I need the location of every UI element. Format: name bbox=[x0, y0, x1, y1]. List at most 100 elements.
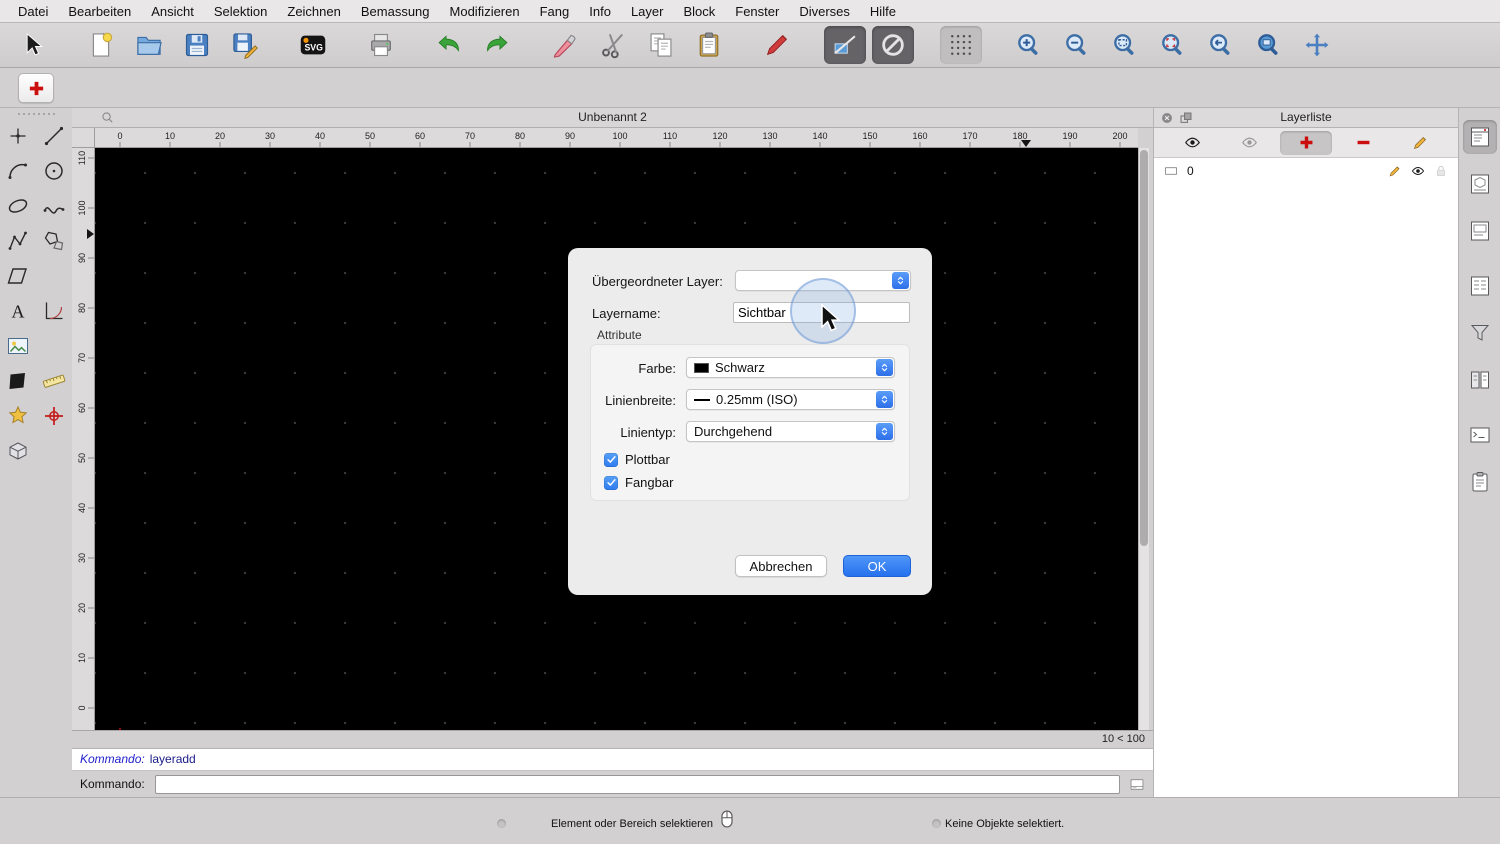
paste-button[interactable] bbox=[688, 26, 730, 64]
pencil-icon[interactable] bbox=[1388, 164, 1402, 178]
menu-fang[interactable]: Fang bbox=[530, 4, 580, 19]
ruler-tick: 50 bbox=[77, 453, 87, 464]
color-select[interactable]: Schwarz bbox=[686, 357, 895, 378]
command-line-panel-button[interactable] bbox=[1463, 418, 1497, 452]
polyline-tool-button[interactable] bbox=[2, 225, 34, 256]
menu-bearbeiten[interactable]: Bearbeiten bbox=[58, 4, 141, 19]
polygon-tool-button[interactable] bbox=[38, 225, 70, 256]
vertical-scrollbar[interactable] bbox=[1138, 148, 1149, 730]
restrict-off-button[interactable] bbox=[872, 26, 914, 64]
svg-text:A: A bbox=[12, 301, 25, 321]
dimension-tool-button[interactable] bbox=[38, 295, 70, 326]
selection-pointer-button[interactable] bbox=[12, 26, 54, 64]
add-layer-button[interactable] bbox=[1280, 130, 1332, 155]
property-editor-panel-button[interactable] bbox=[1463, 269, 1497, 303]
delete-button[interactable] bbox=[544, 26, 586, 64]
lineweight-select[interactable]: 0.25mm (ISO) bbox=[686, 389, 895, 410]
circle-tool-button[interactable] bbox=[38, 155, 70, 186]
eye-icon[interactable] bbox=[1411, 164, 1425, 178]
folder-open-icon bbox=[137, 36, 162, 55]
block-list-panel-button[interactable] bbox=[1463, 167, 1497, 201]
menu-zeichnen[interactable]: Zeichnen bbox=[277, 4, 350, 19]
line-tool-button[interactable] bbox=[38, 120, 70, 151]
undo-button[interactable] bbox=[428, 26, 470, 64]
cut-button[interactable] bbox=[592, 26, 634, 64]
menu-datei[interactable]: Datei bbox=[8, 4, 58, 19]
restrict-orthogonal-button[interactable] bbox=[824, 26, 866, 64]
hatch-tool-button[interactable] bbox=[2, 365, 34, 396]
open-file-button[interactable] bbox=[128, 26, 170, 64]
menu-info[interactable]: Info bbox=[579, 4, 621, 19]
cursor-icon bbox=[26, 32, 44, 56]
menu-layer[interactable]: Layer bbox=[621, 4, 674, 19]
history-toggle-button[interactable] bbox=[1126, 775, 1148, 793]
previous-view-button[interactable] bbox=[1200, 26, 1242, 64]
palette-drag-handle[interactable] bbox=[0, 108, 72, 118]
arc-tool-button[interactable] bbox=[2, 155, 34, 186]
zoom-in-button[interactable] bbox=[1008, 26, 1050, 64]
command-input[interactable] bbox=[154, 774, 1120, 794]
hide-all-layers-button[interactable] bbox=[1223, 131, 1275, 155]
cancel-button[interactable]: Abbrechen bbox=[735, 555, 827, 577]
menu-bemassung[interactable]: Bemassung bbox=[351, 4, 440, 19]
snap-tool-button[interactable] bbox=[38, 400, 70, 431]
library-browser-panel-button[interactable] bbox=[1463, 363, 1497, 397]
clipboard-panel-button[interactable] bbox=[1463, 465, 1497, 499]
menu-ansicht[interactable]: Ansicht bbox=[141, 4, 204, 19]
auto-zoom-button[interactable] bbox=[1104, 26, 1146, 64]
redo-button[interactable] bbox=[476, 26, 518, 64]
svg-export-button[interactable]: SVG bbox=[292, 26, 334, 64]
menu-block[interactable]: Block bbox=[673, 4, 725, 19]
draw-pen-button[interactable] bbox=[756, 26, 798, 64]
remove-layer-button[interactable] bbox=[1337, 131, 1389, 155]
grid-toggle-button[interactable] bbox=[940, 26, 982, 64]
copy-button[interactable] bbox=[640, 26, 682, 64]
ok-button[interactable]: OK bbox=[843, 555, 911, 577]
ellipse-tool-button[interactable] bbox=[2, 190, 34, 221]
plus-red-icon bbox=[29, 81, 43, 95]
palette-empty-slot bbox=[38, 330, 70, 361]
chevrons-icon bbox=[897, 276, 904, 285]
menu-diverses[interactable]: Diverses bbox=[789, 4, 860, 19]
menu-hilfe[interactable]: Hilfe bbox=[860, 4, 906, 19]
layer-row[interactable]: 0 bbox=[1154, 160, 1458, 181]
close-circle-icon bbox=[1162, 113, 1172, 123]
menu-fenster[interactable]: Fenster bbox=[725, 4, 789, 19]
snappable-label: Fangbar bbox=[625, 475, 674, 490]
add-item-button[interactable] bbox=[18, 73, 54, 103]
close-panel-button[interactable] bbox=[1160, 111, 1174, 125]
layer-list-panel-button[interactable] bbox=[1462, 120, 1497, 154]
ruler-tick: 10 bbox=[77, 653, 87, 664]
float-panel-button[interactable] bbox=[1179, 111, 1193, 125]
lock-icon[interactable] bbox=[1434, 164, 1448, 178]
document-title: Unbenannt 2 bbox=[578, 110, 647, 124]
save-file-button[interactable] bbox=[176, 26, 218, 64]
text-tool-button[interactable]: A bbox=[2, 295, 34, 326]
new-file-button[interactable] bbox=[80, 26, 122, 64]
image-tool-button[interactable] bbox=[2, 330, 34, 361]
show-all-layers-button[interactable] bbox=[1166, 131, 1218, 155]
snappable-checkbox[interactable]: Fangbar bbox=[604, 475, 673, 490]
save-as-button[interactable] bbox=[224, 26, 266, 64]
print-preview-button[interactable] bbox=[360, 26, 402, 64]
quickbar bbox=[0, 68, 1500, 108]
shape-tool-button[interactable] bbox=[2, 260, 34, 291]
plottable-checkbox[interactable]: Plottbar bbox=[604, 452, 670, 467]
menu-selektion[interactable]: Selektion bbox=[204, 4, 277, 19]
zoom-out-button[interactable] bbox=[1056, 26, 1098, 64]
spline-tool-button[interactable] bbox=[38, 190, 70, 221]
zoom-out-icon bbox=[1066, 34, 1086, 55]
point-tool-button[interactable] bbox=[2, 120, 34, 151]
library-tool-button[interactable] bbox=[2, 400, 34, 431]
zoom-window-button[interactable] bbox=[1248, 26, 1290, 64]
scrollbar-thumb[interactable] bbox=[1140, 150, 1148, 546]
block-tool-button[interactable] bbox=[2, 435, 34, 466]
view-list-panel-button[interactable] bbox=[1463, 214, 1497, 248]
selection-filter-panel-button[interactable] bbox=[1463, 316, 1497, 350]
zoom-selection-button[interactable] bbox=[1152, 26, 1194, 64]
measure-tool-button[interactable] bbox=[38, 365, 70, 396]
edit-layer-button[interactable] bbox=[1394, 131, 1446, 155]
linetype-select[interactable]: Durchgehend bbox=[686, 421, 895, 442]
pan-button[interactable] bbox=[1296, 26, 1338, 64]
menu-modifizieren[interactable]: Modifizieren bbox=[440, 4, 530, 19]
